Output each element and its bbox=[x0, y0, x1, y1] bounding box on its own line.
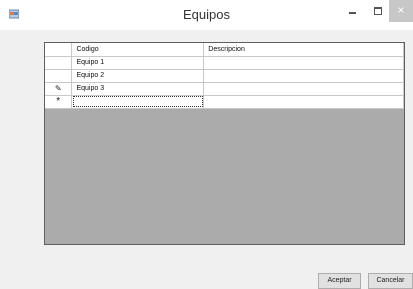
minimize-icon bbox=[349, 12, 356, 14]
accept-button[interactable]: Aceptar bbox=[318, 273, 361, 289]
column-header-codigo[interactable]: Codigo bbox=[71, 43, 205, 57]
table-row[interactable]: Equipo 2 bbox=[45, 69, 404, 83]
cell-descripcion[interactable] bbox=[203, 69, 404, 83]
close-icon: × bbox=[397, 3, 405, 17]
minimize-button[interactable] bbox=[341, 0, 365, 22]
table-row[interactable]: ✎ Equipo 3 bbox=[45, 82, 404, 96]
close-button[interactable]: × bbox=[389, 0, 413, 22]
cell-codigo[interactable]: Equipo 1 bbox=[71, 56, 205, 70]
row-header-corner[interactable] bbox=[45, 43, 73, 57]
cell-codigo[interactable]: Equipo 3 bbox=[71, 82, 205, 96]
row-header[interactable] bbox=[45, 69, 73, 83]
window: Equipos × Codigo Descripcion Equipo 1 Eq… bbox=[0, 0, 413, 289]
maximize-button[interactable] bbox=[366, 0, 390, 22]
grid-header-row: Codigo Descripcion bbox=[45, 43, 404, 57]
equipos-grid[interactable]: Codigo Descripcion Equipo 1 Equipo 2 ✎ E… bbox=[44, 42, 405, 245]
cancel-button[interactable]: Cancelar bbox=[368, 273, 413, 289]
cell-descripcion[interactable] bbox=[203, 56, 404, 70]
cell-descripcion[interactable] bbox=[203, 82, 404, 96]
cell-codigo[interactable] bbox=[71, 95, 205, 109]
row-header[interactable]: ✎ bbox=[45, 82, 73, 96]
grid-table: Codigo Descripcion Equipo 1 Equipo 2 ✎ E… bbox=[45, 43, 404, 109]
cell-descripcion[interactable] bbox=[203, 95, 404, 109]
title-bar: Equipos × bbox=[0, 0, 413, 30]
pencil-icon: ✎ bbox=[54, 84, 62, 93]
column-header-descripcion[interactable]: Descripcion bbox=[203, 43, 404, 57]
cell-codigo[interactable]: Equipo 2 bbox=[71, 69, 205, 83]
table-row[interactable]: Equipo 1 bbox=[45, 56, 404, 70]
asterisk-icon: * bbox=[56, 95, 61, 107]
new-row[interactable]: * bbox=[45, 95, 404, 109]
row-header[interactable]: * bbox=[45, 95, 73, 109]
maximize-icon bbox=[374, 7, 382, 15]
row-header[interactable] bbox=[45, 56, 73, 70]
